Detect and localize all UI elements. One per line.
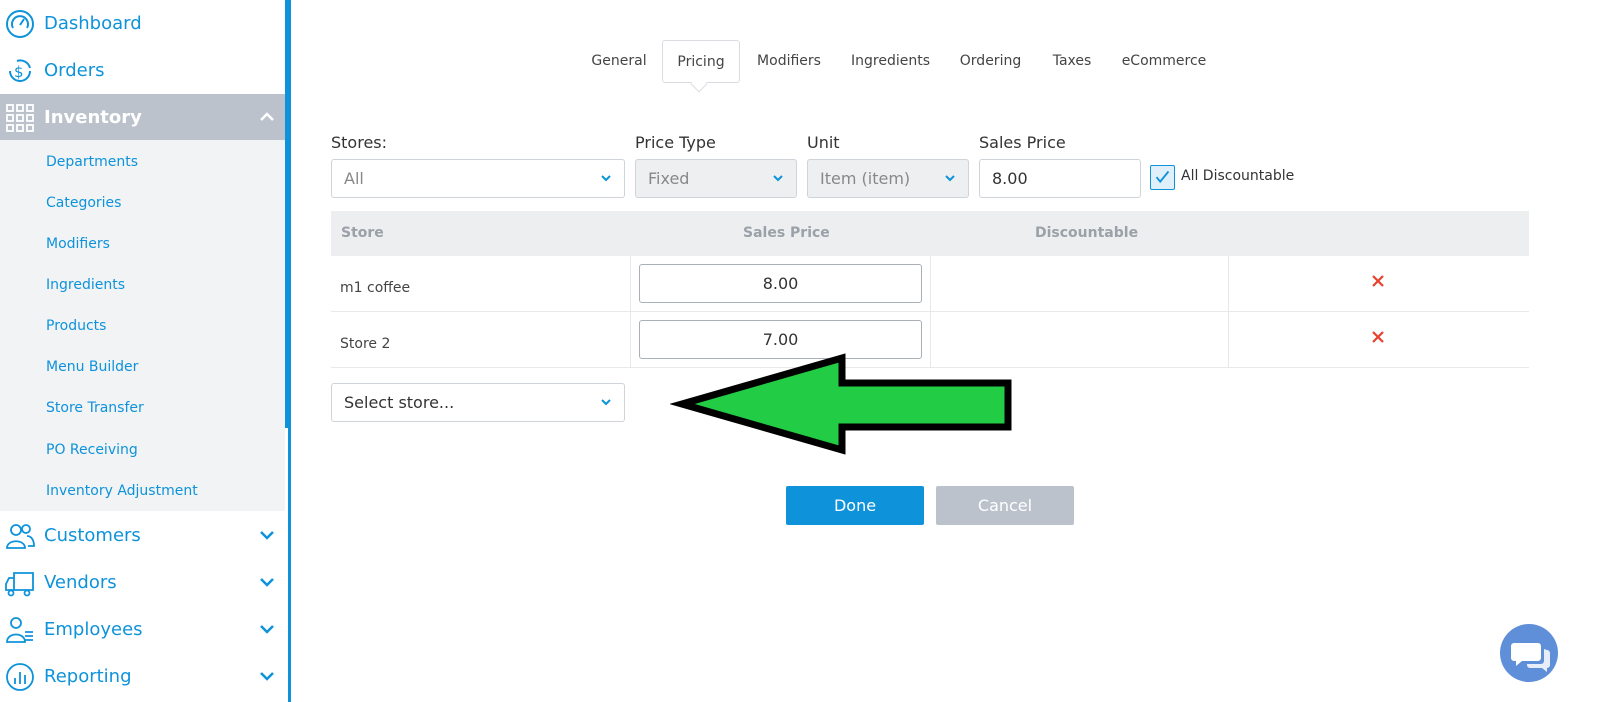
unit-value: Item (item) bbox=[820, 169, 911, 188]
stores-select-value: All bbox=[344, 169, 364, 188]
chevron-down-icon bbox=[260, 578, 274, 587]
tab-ordering[interactable]: Ordering bbox=[952, 40, 1029, 83]
sidebar-scrollbar[interactable] bbox=[285, 0, 291, 428]
chat-button[interactable] bbox=[1500, 624, 1558, 682]
submenu-ingredients[interactable]: Ingredients bbox=[46, 275, 125, 295]
nav-orders-label: Orders bbox=[44, 60, 105, 81]
truck-icon bbox=[5, 572, 34, 597]
pricing-table-header: Store Sales Price Discountable bbox=[331, 211, 1529, 256]
nav-vendors-label: Vendors bbox=[44, 572, 117, 593]
nav-vendors[interactable]: Vendors bbox=[0, 559, 285, 606]
chevron-down-icon bbox=[260, 672, 274, 681]
column-header-sales-price: Sales Price bbox=[743, 225, 830, 241]
svg-text:$: $ bbox=[14, 63, 24, 81]
nav-customers[interactable]: Customers bbox=[0, 512, 285, 559]
cell-divider bbox=[1228, 256, 1229, 312]
nav-dashboard[interactable]: Dashboard bbox=[0, 0, 285, 47]
table-row: m1 coffee bbox=[331, 256, 1529, 312]
nav-reporting[interactable]: Reporting bbox=[0, 653, 285, 700]
nav-employees[interactable]: Employees bbox=[0, 606, 285, 653]
submenu-inventory-adjustment[interactable]: Inventory Adjustment bbox=[46, 481, 198, 501]
store-name: Store 2 bbox=[340, 336, 391, 352]
speedometer-icon bbox=[6, 10, 34, 38]
chevron-up-icon bbox=[260, 112, 274, 121]
price-type-select[interactable]: Fixed bbox=[635, 159, 797, 198]
submenu-store-transfer[interactable]: Store Transfer bbox=[46, 398, 144, 418]
chevron-down-icon bbox=[773, 175, 783, 182]
done-button[interactable]: Done bbox=[786, 486, 924, 525]
price-type-label: Price Type bbox=[635, 133, 716, 152]
cell-divider bbox=[630, 312, 631, 368]
unit-label: Unit bbox=[807, 133, 840, 152]
chat-icon bbox=[1511, 643, 1550, 672]
store-price-input[interactable] bbox=[639, 264, 922, 303]
stores-select[interactable]: All bbox=[331, 159, 625, 198]
sidebar-border bbox=[288, 428, 291, 702]
users-icon bbox=[6, 524, 35, 549]
delete-icon[interactable] bbox=[1370, 329, 1386, 345]
submenu-menu-builder[interactable]: Menu Builder bbox=[46, 357, 138, 377]
nav-dashboard-label: Dashboard bbox=[44, 13, 142, 34]
chevron-down-icon bbox=[945, 175, 955, 182]
column-header-discountable: Discountable bbox=[1035, 225, 1139, 241]
cell-divider bbox=[930, 256, 931, 312]
unit-select[interactable]: Item (item) bbox=[807, 159, 969, 198]
chart-icon bbox=[6, 663, 34, 691]
select-store-placeholder: Select store... bbox=[344, 393, 455, 412]
submenu-departments[interactable]: Departments bbox=[46, 152, 138, 172]
all-discountable-label: All Discountable bbox=[1181, 168, 1295, 184]
inventory-submenu: Departments Categories Modifiers Ingredi… bbox=[0, 140, 285, 511]
sales-price-input[interactable] bbox=[979, 159, 1141, 198]
delete-icon[interactable] bbox=[1370, 273, 1386, 289]
cell-divider bbox=[1228, 312, 1229, 368]
chevron-down-icon bbox=[601, 399, 611, 406]
chevron-down-icon bbox=[260, 531, 274, 540]
tab-modifiers[interactable]: Modifiers bbox=[750, 40, 828, 83]
nav-employees-label: Employees bbox=[44, 619, 143, 640]
nav-inventory[interactable]: Inventory bbox=[0, 94, 285, 141]
submenu-po-receiving[interactable]: PO Receiving bbox=[46, 440, 138, 460]
tab-taxes[interactable]: Taxes bbox=[1046, 40, 1098, 83]
nav-customers-label: Customers bbox=[44, 525, 141, 546]
dollar-refresh-icon: $ bbox=[9, 59, 31, 82]
select-store-dropdown[interactable]: Select store... bbox=[331, 383, 625, 422]
submenu-categories[interactable]: Categories bbox=[46, 193, 121, 213]
checkmark-icon bbox=[1155, 170, 1170, 184]
cancel-button[interactable]: Cancel bbox=[936, 486, 1074, 525]
tab-general[interactable]: General bbox=[585, 40, 653, 83]
employees-icon bbox=[6, 617, 33, 643]
price-type-value: Fixed bbox=[648, 169, 690, 188]
cell-divider bbox=[630, 256, 631, 312]
tab-ecommerce[interactable]: eCommerce bbox=[1116, 40, 1212, 83]
nav-inventory-label: Inventory bbox=[44, 107, 142, 128]
tab-ingredients[interactable]: Ingredients bbox=[846, 40, 935, 83]
chevron-down-icon bbox=[601, 175, 611, 182]
green-arrow-annotation bbox=[670, 353, 1012, 455]
submenu-modifiers[interactable]: Modifiers bbox=[46, 234, 110, 254]
nav-orders[interactable]: $ Orders bbox=[0, 47, 285, 94]
all-discountable-checkbox[interactable] bbox=[1150, 165, 1175, 190]
submenu-products[interactable]: Products bbox=[46, 316, 106, 336]
chevron-down-icon bbox=[260, 625, 274, 634]
nav-reporting-label: Reporting bbox=[44, 666, 132, 687]
sales-price-label: Sales Price bbox=[979, 133, 1066, 152]
grid-icon bbox=[6, 104, 34, 132]
stores-label: Stores: bbox=[331, 133, 388, 152]
store-name: m1 coffee bbox=[340, 280, 411, 296]
column-header-store: Store bbox=[341, 225, 384, 241]
sidebar: Dashboard $ Orders Inventory Departments… bbox=[0, 0, 285, 702]
